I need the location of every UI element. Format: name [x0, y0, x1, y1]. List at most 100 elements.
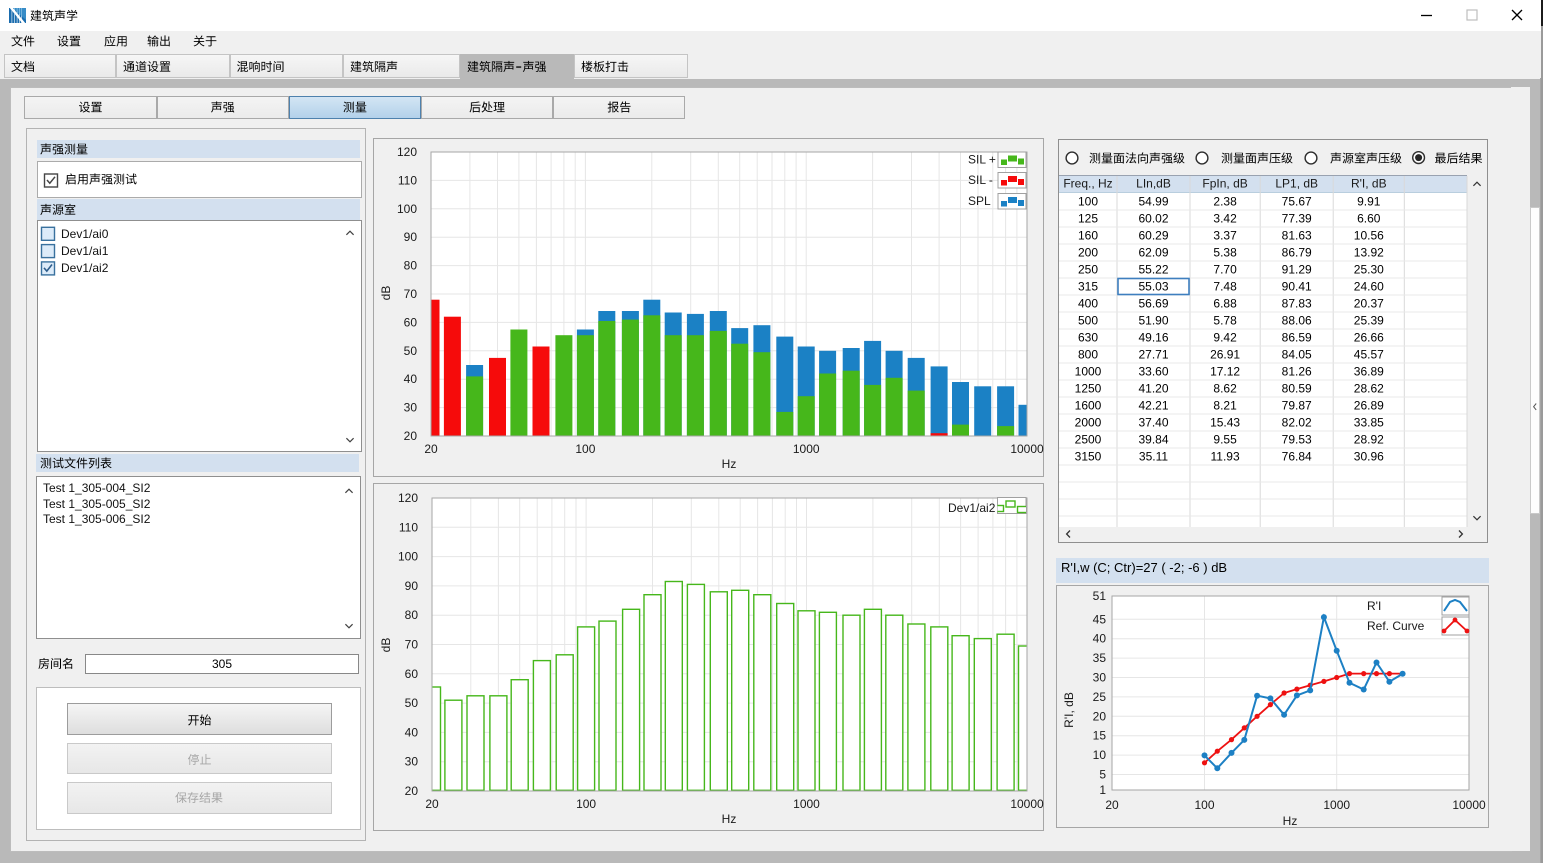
svg-text:SPL: SPL — [968, 194, 991, 208]
svg-text:90.41: 90.41 — [1282, 280, 1312, 294]
svg-text:120: 120 — [398, 491, 418, 505]
svg-text:6.60: 6.60 — [1357, 212, 1381, 226]
svg-text:6.88: 6.88 — [1213, 297, 1237, 311]
svg-text:60: 60 — [404, 315, 418, 329]
svg-text:56.69: 56.69 — [1138, 297, 1168, 311]
svg-text:110: 110 — [399, 520, 418, 534]
svg-text:Hz: Hz — [722, 457, 737, 471]
svg-text:79.53: 79.53 — [1282, 433, 1312, 447]
svg-text:70: 70 — [405, 638, 419, 652]
svg-text:80: 80 — [404, 259, 418, 273]
svg-text:88.06: 88.06 — [1282, 314, 1312, 328]
svg-text:26.89: 26.89 — [1354, 399, 1384, 413]
svg-text:20.37: 20.37 — [1354, 297, 1384, 311]
svg-text:315: 315 — [1078, 280, 1098, 294]
svg-text:120: 120 — [397, 145, 417, 159]
svg-text:10000: 10000 — [1010, 442, 1044, 456]
svg-text:100: 100 — [397, 202, 417, 216]
svg-text:49.16: 49.16 — [1138, 331, 1168, 345]
svg-text:7.70: 7.70 — [1213, 263, 1237, 277]
svg-text:Hz: Hz — [1283, 814, 1298, 828]
svg-text:2000: 2000 — [1075, 416, 1102, 430]
svg-text:79.87: 79.87 — [1282, 399, 1312, 413]
svg-text:15.43: 15.43 — [1210, 416, 1240, 430]
svg-text:9.91: 9.91 — [1357, 195, 1381, 209]
svg-text:35: 35 — [1093, 651, 1107, 665]
svg-text:5.78: 5.78 — [1213, 314, 1237, 328]
svg-text:62.09: 62.09 — [1138, 246, 1168, 260]
svg-text:24.60: 24.60 — [1354, 280, 1384, 294]
svg-text:1250: 1250 — [1075, 382, 1102, 396]
svg-text:100: 100 — [398, 550, 418, 564]
svg-text:84.05: 84.05 — [1282, 348, 1312, 362]
svg-text:100: 100 — [1078, 195, 1098, 209]
svg-text:80: 80 — [405, 608, 419, 622]
svg-text:dB: dB — [379, 286, 393, 301]
svg-text:Hz: Hz — [722, 812, 737, 826]
svg-text:5: 5 — [1099, 768, 1106, 782]
svg-text:10.56: 10.56 — [1354, 229, 1384, 243]
svg-text:800: 800 — [1078, 348, 1098, 362]
svg-text:SIL -: SIL - — [968, 173, 993, 187]
svg-text:630: 630 — [1078, 331, 1098, 345]
svg-text:10: 10 — [1093, 748, 1107, 762]
svg-text:3.42: 3.42 — [1213, 212, 1237, 226]
svg-text:1000: 1000 — [793, 442, 820, 456]
svg-text:40: 40 — [1093, 632, 1107, 646]
svg-text:20: 20 — [404, 429, 418, 443]
svg-text:dB: dB — [379, 638, 393, 653]
svg-text:10000: 10000 — [1010, 797, 1044, 811]
svg-text:40: 40 — [404, 372, 418, 386]
svg-text:33.60: 33.60 — [1138, 365, 1168, 379]
svg-text:20: 20 — [1105, 798, 1119, 812]
svg-text:40: 40 — [405, 725, 419, 739]
svg-text:3.37: 3.37 — [1213, 229, 1237, 243]
svg-text:100: 100 — [575, 442, 595, 456]
svg-text:82.02: 82.02 — [1282, 416, 1312, 430]
svg-text:3150: 3150 — [1075, 450, 1102, 464]
svg-text:36.89: 36.89 — [1354, 365, 1384, 379]
svg-text:50: 50 — [405, 696, 419, 710]
svg-text:1000: 1000 — [793, 797, 820, 811]
svg-text:20: 20 — [425, 797, 439, 811]
svg-text:30: 30 — [1093, 671, 1107, 685]
svg-text:90: 90 — [405, 579, 419, 593]
svg-text:86.79: 86.79 — [1282, 246, 1312, 260]
svg-text:125: 125 — [1078, 212, 1098, 226]
svg-text:SIL +: SIL + — [968, 153, 996, 167]
svg-text:27.71: 27.71 — [1138, 348, 1168, 362]
svg-text:7.48: 7.48 — [1213, 280, 1237, 294]
svg-text:75.67: 75.67 — [1282, 195, 1312, 209]
svg-text:26.91: 26.91 — [1210, 348, 1240, 362]
svg-text:FpIn, dB: FpIn, dB — [1202, 177, 1247, 191]
svg-text:60.29: 60.29 — [1138, 229, 1168, 243]
svg-text:42.21: 42.21 — [1138, 399, 1168, 413]
svg-text:9.55: 9.55 — [1213, 433, 1237, 447]
svg-text:9.42: 9.42 — [1213, 331, 1237, 345]
svg-text:60: 60 — [405, 667, 419, 681]
svg-text:55.22: 55.22 — [1138, 263, 1168, 277]
svg-text:20: 20 — [1093, 709, 1107, 723]
svg-text:10000: 10000 — [1452, 798, 1486, 812]
svg-text:R'I: R'I — [1367, 599, 1381, 613]
svg-text:400: 400 — [1078, 297, 1098, 311]
svg-text:8.21: 8.21 — [1213, 399, 1237, 413]
svg-text:100: 100 — [576, 797, 596, 811]
svg-text:50: 50 — [404, 344, 418, 358]
svg-text:160: 160 — [1078, 229, 1098, 243]
svg-text:35.11: 35.11 — [1139, 450, 1168, 464]
svg-text:15: 15 — [1093, 729, 1107, 743]
svg-text:1: 1 — [1099, 783, 1106, 797]
svg-text:Ref. Curve: Ref. Curve — [1367, 619, 1425, 633]
svg-text:2.38: 2.38 — [1213, 195, 1237, 209]
svg-text:Dev1/ai2: Dev1/ai2 — [948, 501, 996, 515]
svg-text:87.83: 87.83 — [1282, 297, 1312, 311]
svg-text:20: 20 — [405, 784, 419, 798]
svg-text:45.57: 45.57 — [1354, 348, 1384, 362]
svg-text:100: 100 — [1194, 798, 1214, 812]
svg-text:500: 500 — [1078, 314, 1098, 328]
svg-text:R'I, dB: R'I, dB — [1062, 692, 1076, 728]
svg-text:54.99: 54.99 — [1138, 195, 1168, 209]
svg-text:30: 30 — [404, 401, 418, 415]
svg-text:77.39: 77.39 — [1282, 212, 1312, 226]
